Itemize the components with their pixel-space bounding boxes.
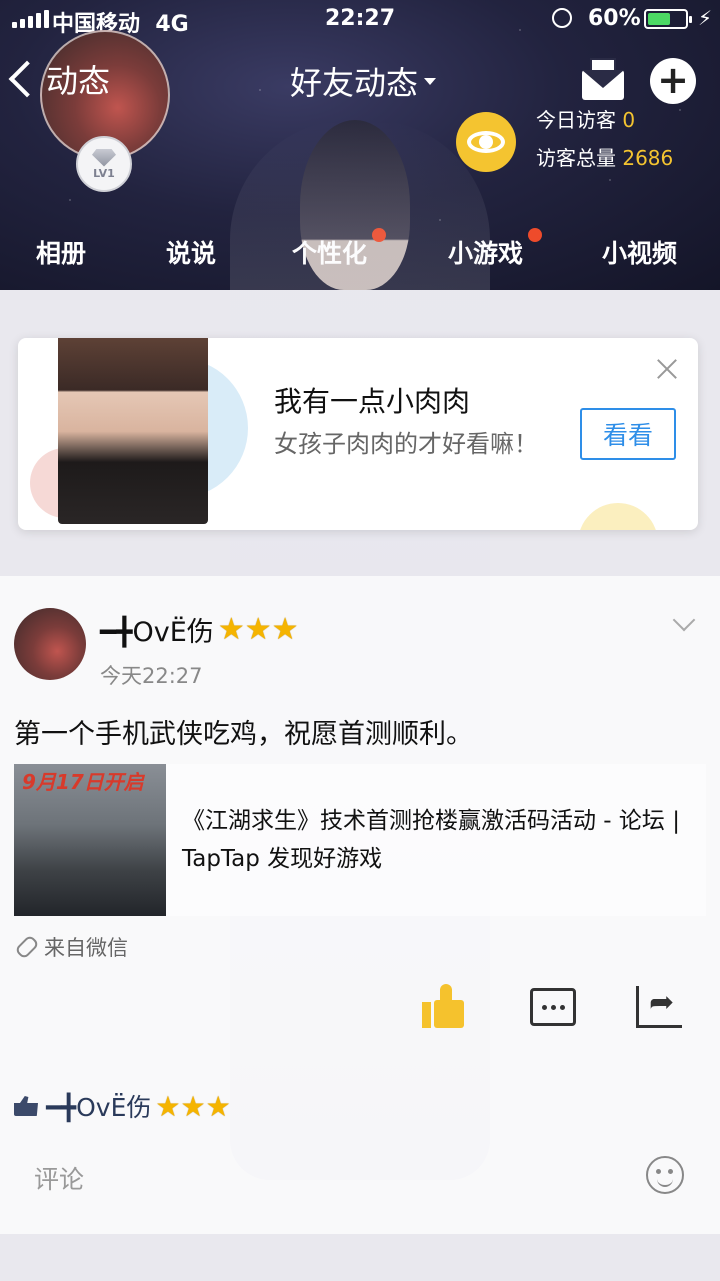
tab-personalize[interactable]: 个性化 (292, 234, 367, 270)
chevron-down-icon[interactable] (672, 608, 696, 632)
stars-icon: ★★★ (155, 1089, 231, 1123)
level-text: LV1 (93, 166, 115, 180)
tab-album[interactable]: 相册 (36, 234, 86, 270)
nav-tabs: 相册 说说 个性化 小游戏 小视频 (0, 228, 720, 278)
rotation-lock-icon (552, 8, 572, 28)
post-username-row[interactable]: ━╋OvË伤 ★★★ (100, 610, 299, 649)
ad-image (58, 338, 208, 524)
tab-personalize-dot (372, 228, 386, 242)
visitors-eye-icon[interactable] (456, 112, 516, 172)
ad-card[interactable]: 我有一点小肉肉 女孩子肉肉的才好看嘛！ 看看 (18, 338, 698, 530)
tab-short-video[interactable]: 小视频 (602, 234, 677, 270)
back-chevron-icon (8, 60, 46, 98)
visitors-total[interactable]: 访客总量 2686 (536, 142, 673, 171)
tab-shuoshuo[interactable]: 说说 (166, 234, 216, 270)
comment-placeholder: 评论 (34, 1165, 85, 1194)
link-thumbnail: 9月17日开启 (14, 764, 166, 916)
link-title: 《江湖求生》技术首测抢楼赢激活码活动 - 论坛 | TapTap 发现好游戏 (182, 808, 680, 872)
emoji-icon[interactable] (646, 1156, 684, 1194)
header-banner: 中国移动 4G 22:27 60% ⚡ 动态 LV1 好友动态 + 今日访客 0… (0, 0, 720, 290)
charging-icon: ⚡ (698, 6, 713, 30)
visitors-today[interactable]: 今日访客 0 (536, 104, 635, 133)
caret-down-icon (424, 77, 437, 85)
thumbs-up-icon (14, 1096, 38, 1116)
link-card[interactable]: 9月17日开启 《江湖求生》技术首测抢楼赢激活码活动 - 论坛 | TapTap… (14, 764, 706, 916)
avatar[interactable] (14, 608, 86, 680)
close-icon[interactable] (654, 356, 680, 382)
diamond-icon (92, 148, 116, 167)
post-text: 第一个手机武侠吃鸡，祝愿首测顺利。 (14, 719, 473, 750)
mail-icon[interactable] (580, 58, 628, 102)
comment-input[interactable]: 评论 (0, 1146, 720, 1210)
back-label: 动态 (46, 62, 111, 100)
battery-icon (644, 9, 692, 29)
comment-icon[interactable] (530, 988, 576, 1026)
page-title-dropdown[interactable]: 好友动态 (290, 58, 437, 104)
share-icon[interactable]: ➦ (636, 986, 682, 1028)
liked-by-user: ━╋OvË伤 (46, 1093, 152, 1122)
post-source: 来自微信 (14, 932, 128, 962)
feed-post: ━╋OvË伤 ★★★ 今天22:27 第一个手机武侠吃鸡，祝愿首测顺利。 9月1… (0, 576, 720, 1234)
ad-subtitle: 女孩子肉肉的才好看嘛！ (274, 430, 538, 458)
battery-fill (648, 13, 670, 25)
liked-by-row[interactable]: ━╋OvË伤 ★★★ (14, 1088, 231, 1124)
stars-icon: ★★★ (217, 612, 299, 647)
ad-view-button[interactable]: 看看 (580, 408, 676, 460)
post-username: ━╋OvË伤 (100, 617, 214, 648)
like-icon[interactable] (422, 984, 468, 1030)
back-button[interactable]: 动态 (8, 56, 111, 102)
tab-mini-games-dot (528, 228, 542, 242)
add-icon[interactable]: + (650, 58, 696, 104)
page-title: 好友动态 (290, 64, 419, 102)
level-badge[interactable]: LV1 (76, 136, 132, 192)
battery-percent: 60% (588, 6, 641, 31)
post-timestamp: 今天22:27 (100, 664, 203, 688)
ad-title: 我有一点小肉肉 (274, 385, 471, 418)
tab-mini-games[interactable]: 小游戏 (448, 234, 523, 270)
link-icon (14, 934, 40, 960)
